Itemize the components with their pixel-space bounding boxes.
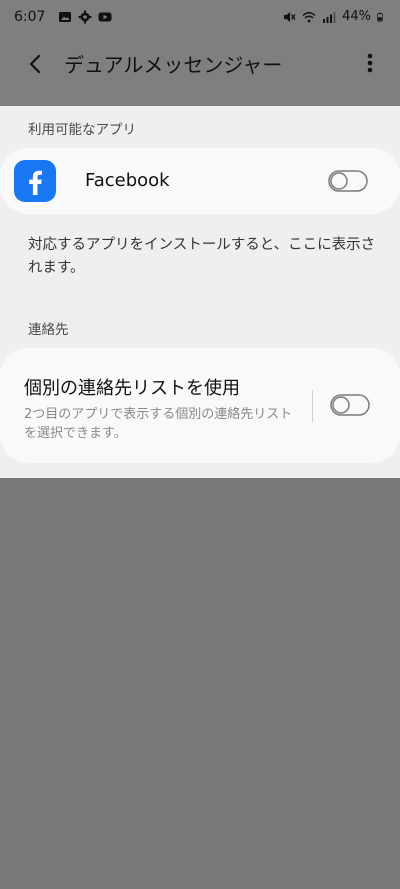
app-bar: デュアルメッセンジャー (0, 36, 400, 106)
more-vert-icon[interactable] (360, 48, 380, 78)
status-icons-right: 44% (282, 9, 386, 24)
app-row-facebook[interactable]: Facebook (0, 148, 400, 214)
vertical-divider (312, 390, 313, 422)
image-icon (59, 12, 71, 22)
status-icons-left (58, 10, 112, 24)
battery-percent: 44% (342, 9, 371, 24)
separate-contacts-description: 2つ目のアプリで表示する個別の連絡先リストを選択できます。 (24, 407, 293, 441)
mute-icon (284, 11, 296, 22)
app-name-facebook: Facebook (85, 170, 170, 191)
status-bar: 6:07 44% (0, 0, 400, 36)
separate-contacts-row[interactable]: 個別の連絡先リストを使用 2つ目のアプリで表示する個別の連絡先リストを選択できま… (0, 348, 400, 463)
page-title: デュアルメッセンジャー (64, 53, 283, 77)
separate-contacts-toggle[interactable] (330, 394, 370, 416)
content-area: 利用可能なアプリ Facebook 対応するアプリをインストールすると、ここに表… (0, 106, 400, 478)
status-time: 6:07 (14, 9, 46, 25)
section-header-available-apps: 利用可能なアプリ (28, 122, 136, 138)
facebook-icon (14, 160, 56, 202)
separate-contacts-title: 個別の連絡先リストを使用 (24, 378, 240, 399)
facebook-toggle[interactable] (328, 170, 368, 192)
signal-icon (323, 11, 336, 23)
install-info-text: 対応するアプリをインストールすると、ここに表示されます。 (28, 237, 376, 277)
youtube-icon (98, 12, 112, 22)
section-header-contacts: 連絡先 (28, 322, 69, 338)
battery-icon (377, 12, 383, 21)
wifi-icon (302, 11, 316, 22)
back-arrow-icon[interactable] (22, 50, 50, 78)
settings-icon (78, 10, 92, 24)
